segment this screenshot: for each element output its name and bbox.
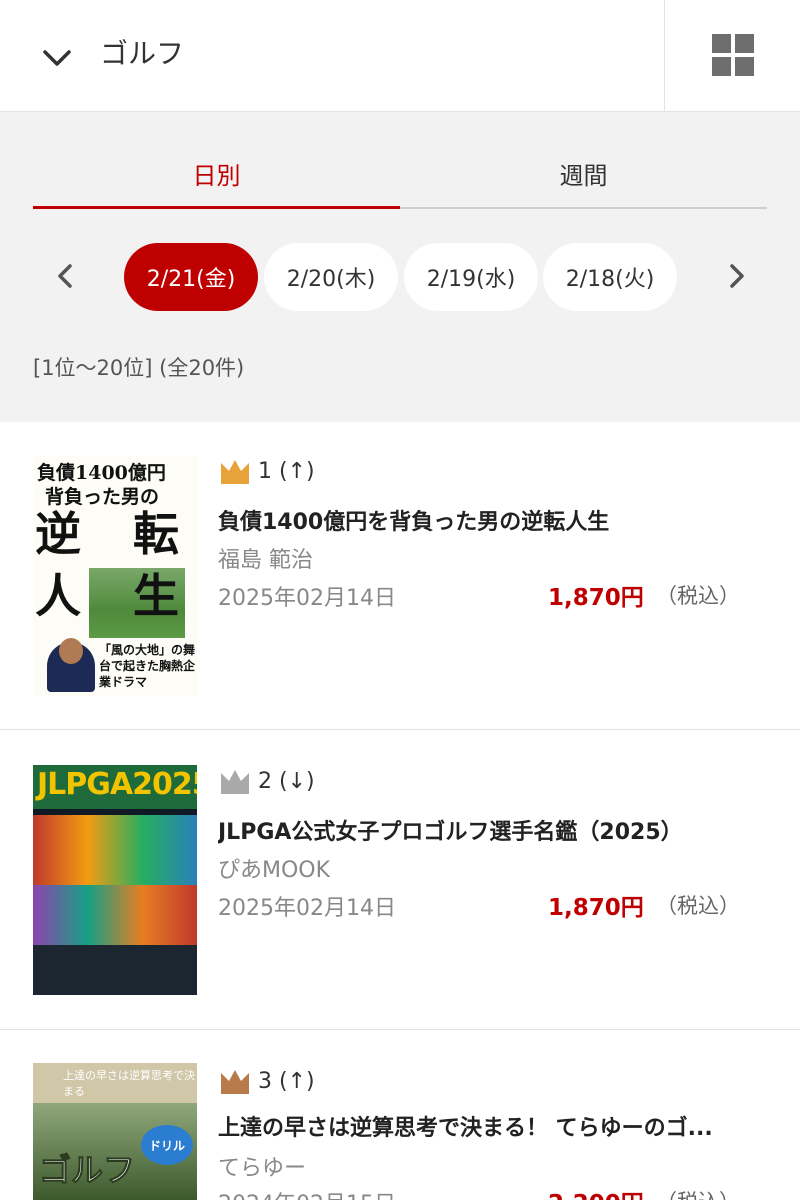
price: 2,200円 <box>548 1184 644 1200</box>
book-author[interactable]: てらゆー <box>218 1150 306 1182</box>
rank-label: 1 (↑) <box>218 456 315 486</box>
release-date: 2025年02月14日 <box>218 896 396 921</box>
date-pill-0219[interactable]: 2/19(水) <box>404 243 538 311</box>
release-date: 2025年02月14日 <box>218 586 396 611</box>
price: 1,870円 <box>548 895 644 921</box>
book-cover[interactable]: 上達の早さは逆算思考で決まる ゴルフ ドリル <box>33 1063 197 1200</box>
date-pill-0218[interactable]: 2/18(火) <box>543 243 677 311</box>
grid-view-icon[interactable] <box>712 34 754 76</box>
book-cover[interactable]: JLPGA2025 <box>33 765 197 995</box>
rank-label: 2 (↓) <box>218 766 315 796</box>
header-divider <box>664 0 665 112</box>
book-author[interactable]: 福島 範治 <box>218 542 313 574</box>
app-header: ゴルフ <box>0 0 800 112</box>
period-tabs: 日別 週間 <box>33 138 767 210</box>
ranking-item[interactable]: JLPGA2025 2 (↓) JLPGA公式女子プロゴルフ選手名鑑（2025）… <box>0 730 800 1030</box>
release-date: 2024年02月15日 <box>218 1186 396 1200</box>
book-title[interactable]: 上達の早さは逆算思考で決まる！ てらゆーのゴ... <box>218 1110 778 1142</box>
crown-gold-icon <box>221 460 249 484</box>
tax-note: （税込） <box>656 894 740 918</box>
rank-text: 2 (↓) <box>258 768 315 794</box>
result-range: [1位〜20位] (全20件) <box>33 356 245 380</box>
tab-daily[interactable]: 日別 <box>33 138 400 208</box>
cover-text: 上達の早さは逆算思考で決まる <box>63 1069 195 1098</box>
book-author[interactable]: ぴあMOOK <box>218 852 330 884</box>
price: 1,870円 <box>548 585 644 611</box>
book-title[interactable]: 負債1400億円を背負った男の逆転人生 <box>218 504 778 536</box>
author-photo <box>59 638 83 664</box>
tab-weekly[interactable]: 週間 <box>400 138 767 208</box>
cover-text: 背負った男の <box>45 486 160 508</box>
rank-text: 3 (↑) <box>258 1068 315 1094</box>
chevron-down-icon[interactable] <box>40 44 74 72</box>
date-pill-0221[interactable]: 2/21(金) <box>124 243 258 311</box>
cover-text: 転 <box>133 507 179 561</box>
rank-label: 3 (↑) <box>218 1066 315 1096</box>
crown-bronze-icon <box>221 1070 249 1094</box>
cover-image <box>33 815 197 885</box>
ranking-item[interactable]: 負債1400億円 背負った男の 逆 転 人 生 「風の大地」の舞台で起きた胸熱企… <box>0 422 800 730</box>
cover-text: 「風の大地」の舞台で起きた胸熱企業ドラマ <box>99 643 196 689</box>
cover-image <box>33 885 197 945</box>
book-cover[interactable]: 負債1400億円 背負った男の 逆 転 人 生 「風の大地」の舞台で起きた胸熱企… <box>33 456 197 696</box>
cover-badge: ドリル <box>141 1125 193 1165</box>
cover-text: 人 <box>35 569 81 623</box>
chevron-right-icon[interactable] <box>722 256 752 296</box>
tab-active-indicator <box>33 206 400 209</box>
book-title[interactable]: JLPGA公式女子プロゴルフ選手名鑑（2025） <box>218 814 778 846</box>
date-pill-0220[interactable]: 2/20(木) <box>264 243 398 311</box>
cover-text: 逆 <box>35 507 81 561</box>
ranking-item[interactable]: 上達の早さは逆算思考で決まる ゴルフ ドリル 3 (↑) 上達の早さは逆算思考で… <box>0 1030 800 1200</box>
category-selector[interactable]: ゴルフ <box>0 0 664 112</box>
cover-image <box>33 945 197 995</box>
cover-text: 負債1400億円 <box>37 462 166 484</box>
cover-title: ゴルフ <box>38 1151 136 1190</box>
cover-text: 生 <box>133 569 179 623</box>
category-title[interactable]: ゴルフ <box>100 34 184 74</box>
rank-text: 1 (↑) <box>258 458 315 484</box>
chevron-left-icon[interactable] <box>50 256 80 296</box>
cover-title: JLPGA2025 <box>37 767 197 802</box>
tax-note: （税込） <box>656 584 740 608</box>
tax-note: （税込） <box>656 1186 740 1200</box>
crown-silver-icon <box>221 770 249 794</box>
